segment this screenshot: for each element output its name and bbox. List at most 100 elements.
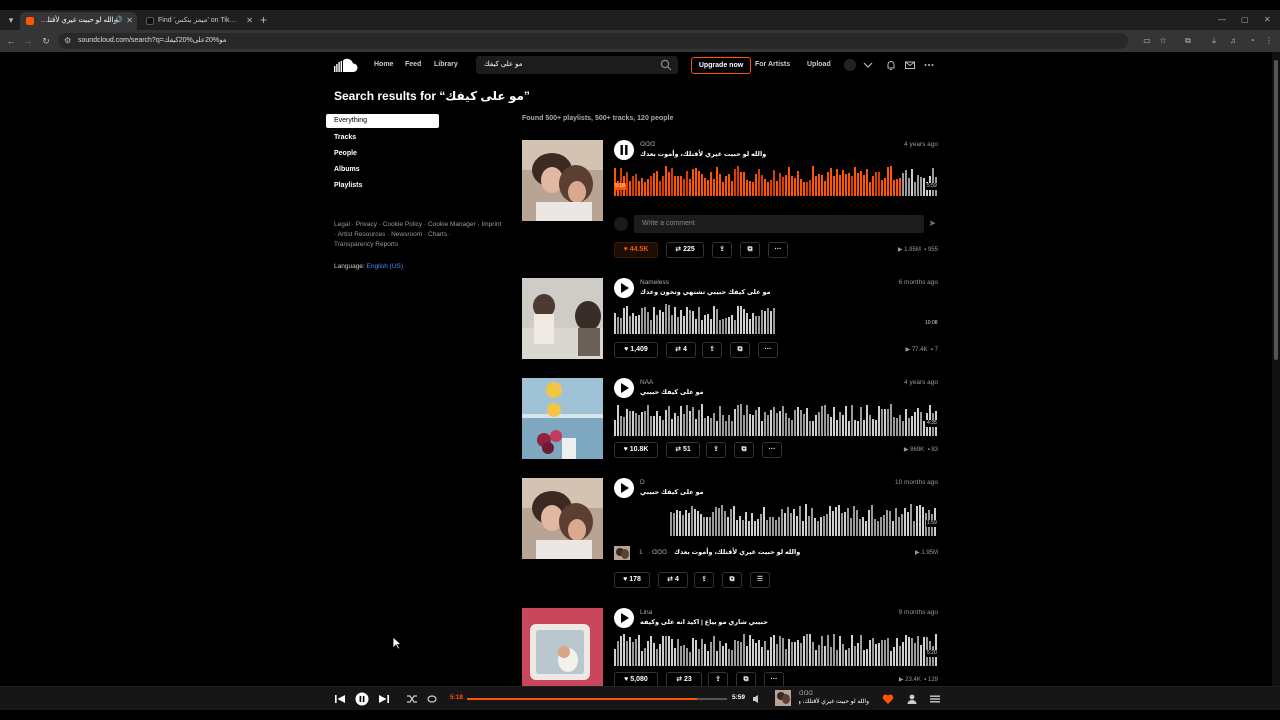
share-button[interactable]: ⇪ (712, 242, 732, 258)
shuffle-icon[interactable] (405, 692, 419, 706)
track-waveform[interactable] (614, 166, 938, 196)
track-artwork[interactable] (522, 478, 603, 559)
back-icon[interactable]: ← (4, 33, 18, 49)
new-tab-icon[interactable]: + (260, 12, 267, 28)
footer-link-cookie-manager[interactable]: Cookie Manager (428, 221, 476, 228)
like-button[interactable]: ♥ 1,409 (614, 342, 658, 358)
user-avatar[interactable] (844, 59, 856, 71)
queue-icon[interactable] (928, 692, 942, 706)
browser-tab-active[interactable]: والله لو حبيت غيري لأقتلك، وأ 🔊 ✕ (20, 12, 137, 30)
track-title[interactable]: والله لو حبيت غيري لأقتلك، وأموت بعدك (640, 150, 766, 160)
footer-link-newsroom[interactable]: Newsroom (391, 231, 422, 238)
soundcloud-logo-icon[interactable] (334, 58, 358, 72)
tab-search-icon[interactable]: ▾ (4, 13, 18, 27)
footer-link-privacy[interactable]: Privacy (356, 221, 377, 228)
comment-input[interactable]: Write a comment (634, 215, 924, 233)
cast-icon[interactable]: ▭ (1140, 33, 1154, 49)
browser-menu-icon[interactable]: ⋮ (1262, 33, 1276, 49)
track-artwork[interactable] (522, 378, 603, 459)
play-button[interactable] (614, 478, 634, 498)
footer-link-transparency[interactable]: Transparency Reports (334, 241, 398, 248)
copy-link-button[interactable]: ⧉ (730, 342, 750, 358)
footer-link-cookie-policy[interactable]: Cookie Policy (383, 221, 422, 228)
search-query[interactable]: مو على كيفك (484, 56, 522, 74)
track-waveform[interactable] (670, 504, 938, 536)
play-button[interactable] (614, 378, 634, 398)
bookmark-star-icon[interactable]: ☆ (1156, 33, 1170, 49)
share-button[interactable]: ⇪ (706, 442, 726, 458)
more-options-icon[interactable] (923, 59, 935, 71)
track-waveform[interactable] (614, 634, 938, 666)
footer-link-legal[interactable]: Legal (334, 221, 350, 228)
copy-link-button[interactable]: ⧉ (734, 442, 754, 458)
audio-playing-icon[interactable]: 🔊 (114, 12, 123, 30)
like-button[interactable]: ♥ 178 (614, 572, 650, 588)
extensions-icon[interactable]: ⧉ (1181, 33, 1195, 49)
maximize-icon[interactable]: ▢ (1241, 12, 1249, 28)
playlist-track-row[interactable]: 1 · ꓷꓷꓷ · والله لو حبيت غيري لأقتلك، وأم… (614, 545, 938, 561)
share-button[interactable]: ⇪ (694, 572, 714, 588)
track-title[interactable]: مو على كيفك حبيبي (640, 388, 704, 398)
page-scrollbar[interactable] (1272, 52, 1280, 686)
download-icon[interactable]: ⤓ (1207, 33, 1221, 49)
player-artist[interactable]: ꓷꓷꓷ (799, 690, 813, 698)
footer-link-artist-resources[interactable]: Artist Resources (338, 231, 386, 238)
filter-albums[interactable]: Albums (334, 164, 360, 176)
address-bar[interactable]: ⚙ soundcloud.com/search?q=مو%20على%20كيف… (58, 33, 1128, 49)
track-artist[interactable]: Lina (640, 608, 652, 618)
track-title[interactable]: مو على كيفك حبيبي تشتهي وتخون وعدك (640, 288, 771, 298)
player-artwork[interactable] (775, 690, 791, 706)
site-info-icon[interactable]: ⚙ (64, 33, 71, 49)
search-icon[interactable] (660, 59, 672, 71)
repeat-icon[interactable] (425, 692, 439, 706)
language-value[interactable]: English (US) (367, 263, 403, 270)
nav-feed[interactable]: Feed (405, 58, 421, 72)
follow-user-icon[interactable] (905, 692, 919, 706)
track-waveform[interactable] (614, 404, 938, 436)
track-artwork[interactable] (522, 140, 603, 221)
filter-playlists[interactable]: Playlists (334, 180, 362, 192)
track-artwork[interactable] (522, 608, 603, 686)
url-text[interactable]: soundcloud.com/search?q=مو%20على%20كيفك (78, 33, 226, 49)
upgrade-button[interactable]: Upgrade now (691, 57, 751, 74)
messages-icon[interactable] (904, 59, 916, 71)
playlist-track-artist[interactable]: ꓷꓷꓷ (652, 545, 667, 561)
track-waveform[interactable] (614, 304, 776, 334)
nav-home[interactable]: Home (374, 58, 393, 72)
copy-link-button[interactable]: ⧉ (740, 242, 760, 258)
volume-icon[interactable] (750, 692, 764, 706)
player-pause-icon[interactable] (355, 692, 369, 706)
track-artist[interactable]: NAA (640, 378, 653, 388)
add-to-queue-button[interactable]: ☰ (750, 572, 770, 588)
repost-button[interactable]: ⇄ 4 (666, 342, 696, 358)
filter-tracks[interactable]: Tracks (334, 132, 356, 144)
nav-for-artists[interactable]: For Artists (755, 58, 790, 72)
repost-button[interactable]: ⇄ 4 (658, 572, 688, 588)
chevron-down-icon[interactable] (862, 59, 874, 71)
footer-link-charts[interactable]: Charts (428, 231, 447, 238)
tab-close-icon[interactable]: ✕ (126, 12, 133, 30)
nav-library[interactable]: Library (434, 58, 458, 72)
track-title[interactable]: حبيبي شاري مو بياع | اكيد انه على وكيفه (640, 618, 768, 628)
track-artist[interactable]: Nameless (640, 278, 669, 288)
repost-button[interactable]: ⇄ 225 (666, 242, 704, 258)
player-title[interactable]: والله لو حبيت غيري لأقتلك، وأموت بعدك (799, 698, 869, 706)
player-like-icon[interactable] (881, 692, 895, 706)
forward-icon[interactable]: → (21, 33, 35, 49)
copy-link-button[interactable]: ⧉ (722, 572, 742, 588)
filter-people[interactable]: People (334, 148, 357, 160)
tab-close-icon[interactable]: ✕ (246, 12, 253, 30)
more-button[interactable]: ··· (758, 342, 778, 358)
scrollbar-thumb[interactable] (1274, 60, 1278, 360)
playlist-track-title[interactable]: والله لو حبيت غيري لأقتلك، وأموت بعدك (674, 545, 800, 561)
previous-track-icon[interactable] (333, 692, 347, 706)
filter-everything[interactable]: Everything (326, 114, 439, 128)
nav-upload[interactable]: Upload (807, 58, 831, 72)
window-close-icon[interactable]: ✕ (1264, 12, 1271, 28)
footer-link-imprint[interactable]: Imprint (481, 221, 501, 228)
track-artist[interactable]: D (640, 478, 645, 488)
play-button[interactable] (614, 278, 634, 298)
track-title[interactable]: مو على كيفك حبيبي (640, 488, 704, 498)
next-track-icon[interactable] (377, 692, 391, 706)
like-button[interactable]: ♥ 10.8K (614, 442, 658, 458)
